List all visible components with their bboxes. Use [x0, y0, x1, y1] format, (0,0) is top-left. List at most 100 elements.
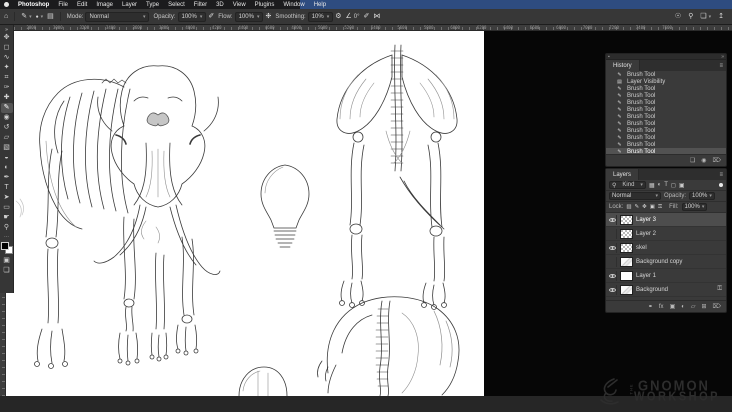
visibility-toggle[interactable]	[608, 214, 617, 225]
eraser-tool[interactable]: ▱	[1, 133, 13, 143]
layer-row-layer-2[interactable]: Layer 2	[606, 227, 726, 241]
menu-window[interactable]: Window	[283, 2, 304, 8]
brush-preset-picker[interactable]: ● ▾	[36, 13, 44, 21]
menu-view[interactable]: View	[233, 2, 246, 8]
delete-state-icon[interactable]: ⌦	[713, 157, 721, 164]
filter-toggle-icon[interactable]	[719, 183, 723, 187]
history-state[interactable]: ✎ Brush Tool	[606, 85, 726, 92]
layer-blend-mode-dropdown[interactable]: Normal ▾	[609, 192, 661, 200]
airbrush-icon[interactable]: ❉	[265, 13, 271, 21]
workspace-switcher[interactable]: ❏ ▾	[700, 13, 711, 21]
screen-mode-button[interactable]: ❏	[1, 266, 13, 276]
new-snapshot-icon[interactable]: ◉	[701, 157, 706, 164]
history-state[interactable]: ✎ Brush Tool	[606, 141, 726, 148]
layer-thumbnail[interactable]	[620, 270, 633, 281]
shape-tool[interactable]: ▭	[1, 203, 13, 213]
filter-smart-object-icon[interactable]: ▣	[679, 182, 685, 189]
history-state[interactable]: ✎ Brush Tool	[606, 113, 726, 120]
new-document-from-state-icon[interactable]: ❏	[690, 157, 695, 164]
menu-edit[interactable]: Edit	[77, 2, 87, 8]
history-state[interactable]: ✎ Brush Tool	[606, 71, 726, 78]
visibility-toggle[interactable]	[608, 242, 617, 253]
filter-shape-icon[interactable]: ◻	[671, 182, 676, 189]
tab-layers[interactable]: Layers	[606, 169, 640, 180]
filter-pixel-icon[interactable]: ▦	[649, 182, 655, 189]
color-swatches[interactable]	[0, 242, 13, 254]
layer-thumbnail[interactable]	[620, 284, 633, 295]
filter-kind-dropdown[interactable]: ⚲ Kind ▾	[609, 181, 646, 189]
panel-menu-icon[interactable]: ≡	[719, 63, 723, 69]
brush-angle-control[interactable]: ∠ 0°	[346, 13, 360, 21]
marquee-tool[interactable]: ◻	[1, 43, 13, 53]
apple-menu-icon[interactable]	[4, 2, 9, 7]
layer-thumbnail[interactable]	[620, 214, 633, 225]
history-state[interactable]: ✎ Brush Tool	[606, 120, 726, 127]
blur-tool[interactable]: ◒	[1, 153, 13, 163]
eyedropper-tool[interactable]: ✑	[1, 83, 13, 93]
brush-tool[interactable]: ✎	[0, 103, 13, 113]
layer-row-layer-3[interactable]: Layer 3	[606, 213, 726, 227]
home-icon[interactable]: ⌂	[4, 13, 8, 21]
history-state[interactable]: ✎ Brush Tool	[606, 127, 726, 134]
new-layer-icon[interactable]: ⊞	[701, 303, 706, 310]
history-state[interactable]: ✎ Brush Tool	[606, 99, 726, 106]
quick-selection-tool[interactable]: ✦	[1, 63, 13, 73]
history-state[interactable]: ▤ Layer Visibility	[606, 78, 726, 85]
lock-position-icon[interactable]: ✥	[642, 204, 647, 210]
move-tool[interactable]: ✥	[1, 33, 13, 43]
lock-paint-icon[interactable]: ✎	[635, 204, 640, 210]
new-group-icon[interactable]: ▱	[691, 303, 696, 310]
menu-file[interactable]: File	[58, 2, 68, 8]
layer-fill-dropdown[interactable]: 100% ▾	[681, 203, 708, 211]
opacity-dropdown[interactable]: 100% ▾	[177, 11, 207, 22]
clone-stamp-tool[interactable]: ◉	[1, 113, 13, 123]
toolbar-collapse-icon[interactable]: »	[1, 26, 13, 33]
lock-artboard-icon[interactable]: ▣	[650, 204, 655, 210]
menu-plugins[interactable]: Plugins	[255, 2, 275, 8]
visibility-toggle[interactable]	[608, 284, 617, 295]
history-state[interactable]: ✎ Brush Tool	[606, 106, 726, 113]
tab-history[interactable]: History	[606, 60, 640, 71]
crop-tool[interactable]: ⌗	[1, 73, 13, 83]
layer-opacity-dropdown[interactable]: 100% ▾	[689, 192, 715, 200]
discover-icon[interactable]: ☉	[675, 13, 681, 21]
lasso-tool[interactable]: ∿	[1, 53, 13, 63]
blend-mode-dropdown[interactable]: Normal ▾	[85, 11, 150, 22]
layer-row-background-copy[interactable]: Background copy	[606, 255, 726, 269]
menu-select[interactable]: Select	[168, 2, 185, 8]
layer-thumbnail[interactable]	[620, 256, 633, 267]
brush-settings-panel-icon[interactable]: ▤	[47, 13, 54, 21]
path-selection-tool[interactable]: ➤	[1, 193, 13, 203]
canvas[interactable]	[6, 31, 484, 396]
foreground-color-swatch[interactable]	[0, 242, 9, 250]
menu-layer[interactable]: Layer	[122, 2, 137, 8]
tool-preset-picker[interactable]: ✎ ▾	[21, 13, 31, 21]
layer-effects-icon[interactable]: fx	[659, 304, 664, 310]
smoothing-dropdown[interactable]: 10% ▾	[307, 11, 334, 22]
edit-toolbar-icon[interactable]: ⋯	[1, 233, 13, 240]
opacity-pressure-icon[interactable]: ✐	[208, 13, 214, 21]
layer-row-skel[interactable]: skel	[606, 241, 726, 255]
history-state[interactable]: ✎ Brush Tool	[606, 134, 726, 141]
visibility-toggle[interactable]	[608, 228, 617, 239]
pen-tool[interactable]: ✒	[1, 173, 13, 183]
layer-thumbnail[interactable]	[620, 228, 633, 239]
menu-type[interactable]: Type	[146, 2, 159, 8]
filter-adjustment-icon[interactable]: ◐	[658, 182, 662, 188]
panel-menu-icon[interactable]: ≡	[719, 172, 723, 178]
history-state[interactable]: ✎ Brush Tool	[606, 92, 726, 99]
quick-mask-mode-button[interactable]: ▣	[1, 256, 13, 266]
search-icon[interactable]: ⚲	[688, 13, 693, 21]
visibility-toggle[interactable]	[608, 256, 617, 267]
link-layers-icon[interactable]: ⚭	[648, 303, 653, 310]
healing-brush-tool[interactable]: ✚	[1, 93, 13, 103]
menu-filter[interactable]: Filter	[194, 2, 207, 8]
share-icon[interactable]: ↥	[718, 13, 724, 21]
menu-help[interactable]: Help	[314, 2, 326, 8]
type-tool[interactable]: T	[1, 183, 13, 193]
gradient-tool[interactable]: ▧	[1, 143, 13, 153]
menu-3d[interactable]: 3D	[216, 2, 224, 8]
layer-row-layer-1[interactable]: Layer 1	[606, 269, 726, 283]
menu-photoshop[interactable]: Photoshop	[18, 2, 49, 8]
lock-transparent-icon[interactable]: ▨	[626, 204, 631, 210]
